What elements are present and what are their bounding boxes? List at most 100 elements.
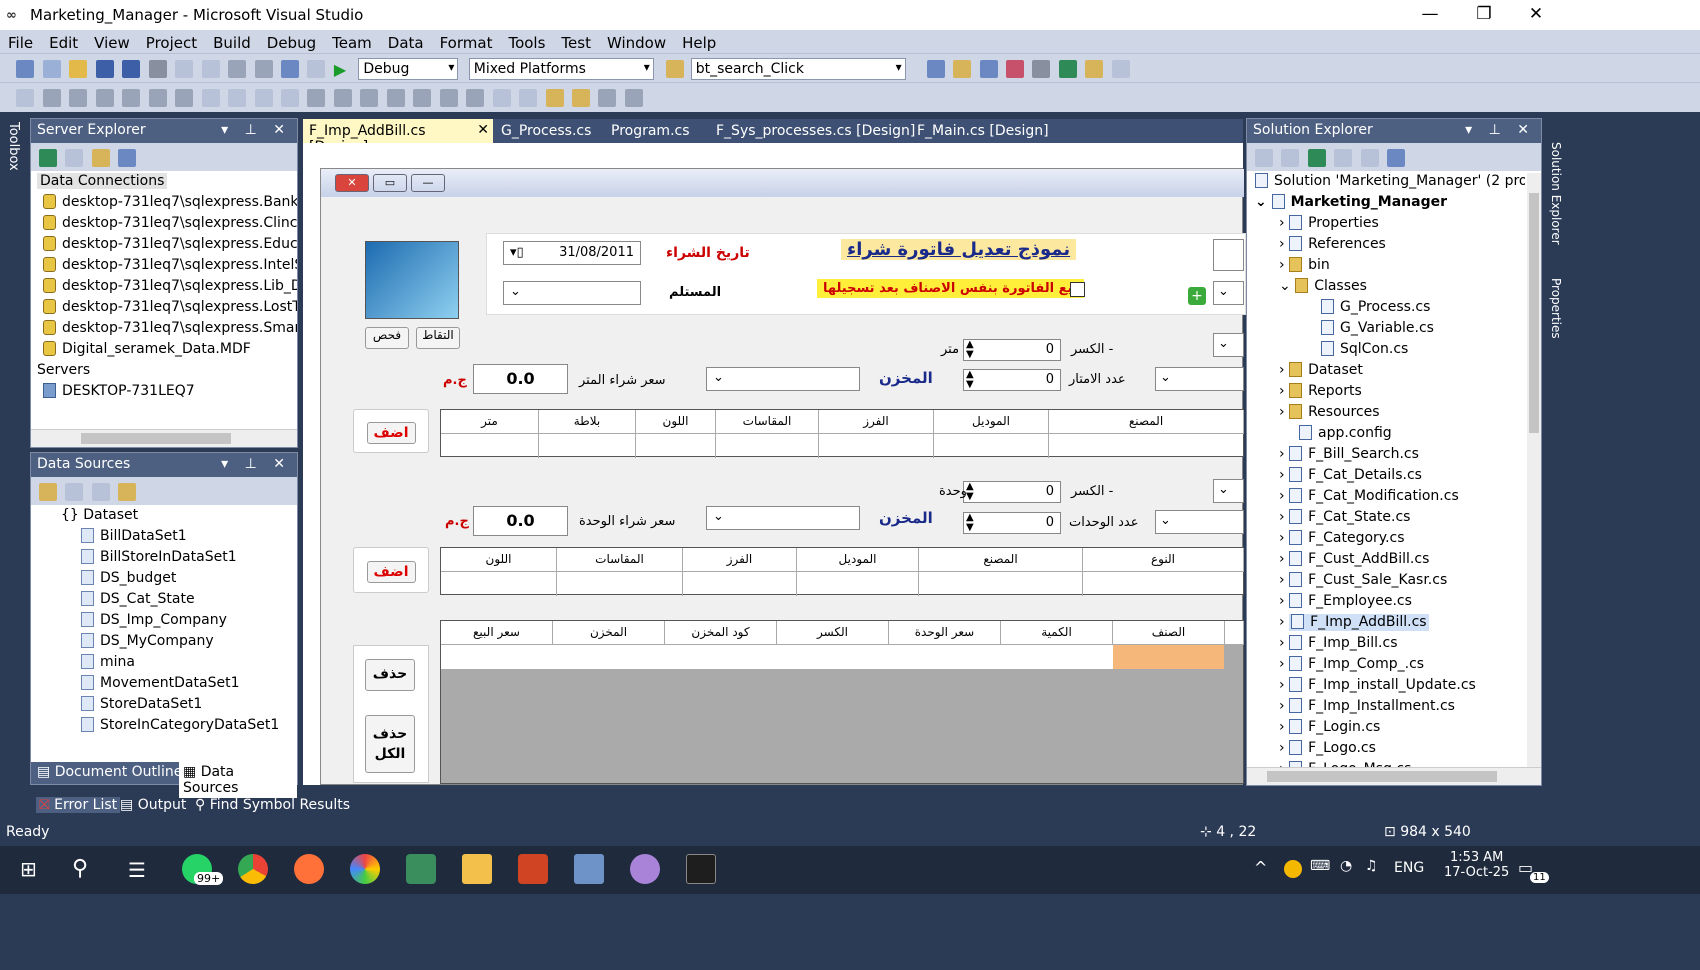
find-in-files-icon[interactable] — [666, 60, 685, 78]
v-spacing-inc-icon[interactable] — [439, 89, 458, 107]
fraction-unit-stepper[interactable]: ▲ ▼ 0 — [963, 481, 1061, 503]
firefox-icon[interactable] — [294, 854, 324, 884]
menu-team[interactable]: Team — [324, 30, 380, 52]
tree-item[interactable]: desktop-731leq7\sqlexpress.Smart_Pha — [37, 320, 297, 341]
tree-item[interactable]: › F_Cat_State.cs — [1255, 509, 1525, 530]
tray-input-icon[interactable]: ⌨ — [1310, 858, 1330, 874]
tree-item[interactable]: › Properties — [1255, 215, 1525, 236]
tab-document-outline[interactable]: ▤ Document Outline — [37, 764, 182, 780]
form-close-icon[interactable]: ✕ — [335, 174, 369, 192]
tree-item[interactable]: BillDataSet1 — [61, 528, 297, 549]
navigate-icon[interactable] — [280, 60, 299, 78]
tree-item[interactable]: desktop-731leq7\sqlexpress.IntelSoft_M — [37, 257, 297, 278]
add-meter-btn[interactable]: اضف — [366, 422, 416, 444]
extensions-icon[interactable] — [1085, 60, 1104, 78]
output-tab[interactable]: ▤ Output — [120, 797, 186, 813]
search-icon[interactable]: ⚲ — [72, 856, 88, 881]
tray-app-icon[interactable] — [1284, 860, 1302, 878]
tab-f-sys-processes[interactable]: F_Sys_processes.cs [Design] — [710, 119, 921, 143]
center-v-icon[interactable] — [519, 89, 538, 107]
tree-item[interactable]: desktop-731leq7\sqlexpress.Lib_DB.db — [37, 278, 297, 299]
tree-item[interactable]: Solution 'Marketing_Manager' (2 projec — [1255, 173, 1525, 194]
tree-item[interactable]: › Resources — [1255, 404, 1525, 425]
tree-item[interactable]: app.config — [1255, 425, 1525, 446]
nav-forward-icon[interactable] — [307, 60, 326, 78]
align-left-icon[interactable] — [42, 89, 61, 107]
toolbox-icon[interactable] — [1005, 60, 1024, 78]
v-scrollbar[interactable] — [1527, 173, 1541, 767]
add-unit-btn[interactable]: اضف — [366, 561, 416, 583]
same-width-icon[interactable] — [201, 89, 220, 107]
refresh-icon[interactable] — [39, 149, 57, 167]
visual-studio-icon[interactable] — [686, 854, 716, 884]
find-symbol-tab[interactable]: ⚲ Find Symbol Results — [195, 797, 350, 813]
menu-build[interactable]: Build — [205, 30, 259, 52]
tools-icon[interactable] — [1032, 60, 1051, 78]
receiver-combo[interactable]: ⌄ — [503, 281, 641, 305]
start-page-icon[interactable] — [1058, 60, 1077, 78]
align-grid-icon[interactable] — [16, 89, 35, 107]
save-icon[interactable] — [95, 60, 114, 78]
bring-front-icon[interactable] — [545, 89, 564, 107]
tree-item[interactable]: desktop-731leq7\sqlexpress.LostThing: — [37, 299, 297, 320]
tree-item[interactable]: › F_Imp_Bill.cs — [1255, 635, 1525, 656]
configure-icon[interactable] — [91, 483, 110, 501]
tree-item[interactable]: G_Variable.cs — [1255, 320, 1525, 341]
open-folder-icon[interactable] — [69, 60, 88, 78]
tree-item[interactable]: ⌄ Marketing_Manager — [1255, 194, 1525, 215]
center-h-icon[interactable] — [492, 89, 511, 107]
paste-icon[interactable] — [201, 60, 220, 78]
view-code-icon[interactable] — [1334, 149, 1353, 167]
send-back-icon[interactable] — [571, 89, 590, 107]
connect-db-icon[interactable] — [91, 149, 110, 167]
delete-all-button[interactable]: حذف الكل — [365, 715, 415, 773]
meter-combo[interactable]: ⌄ — [1213, 333, 1244, 357]
tree-item[interactable]: DS_budget — [61, 570, 297, 591]
menu-file[interactable]: File — [0, 30, 41, 52]
form-designer[interactable]: ✕ ▭ — فحص التقاط ▾▯ 31/08/2011 تاريخ الشر… — [320, 168, 1246, 785]
tree-item[interactable]: › F_Imp_Comp_.cs — [1255, 656, 1525, 677]
tab-g-process[interactable]: G_Process.cs — [495, 119, 597, 143]
panel-controls[interactable]: ▾ ⊥ ✕ — [1465, 122, 1535, 138]
tree-item[interactable]: desktop-731leq7\sqlexpress.Bank.dbo — [37, 194, 297, 215]
h-spacing-equal-icon[interactable] — [307, 89, 326, 107]
h-scrollbar[interactable] — [1247, 767, 1541, 785]
meters-combo[interactable]: ⌄ — [1155, 367, 1244, 391]
menu-window[interactable]: Window — [599, 30, 674, 52]
properties-side-tab[interactable]: Properties — [1549, 278, 1563, 339]
tab-order-icon[interactable] — [598, 89, 617, 107]
meter-items-grid[interactable]: المصنع الموديل الفرز المقاسات اللون بلاط… — [440, 409, 1244, 458]
menu-format[interactable]: Format — [432, 30, 501, 52]
tree-item-selected[interactable]: › F_Imp_AddBill.cs — [1255, 614, 1525, 635]
tree-item[interactable]: › Dataset — [1255, 362, 1525, 383]
align-middle-icon[interactable] — [148, 89, 167, 107]
align-center-icon[interactable] — [69, 89, 88, 107]
check-button[interactable]: فحص — [365, 327, 409, 349]
add-item-icon[interactable] — [42, 60, 61, 78]
tree-item[interactable]: › F_Imp_Installment.cs — [1255, 698, 1525, 719]
connect-server-icon[interactable] — [118, 149, 137, 167]
form-maximize-icon[interactable]: ▭ — [373, 174, 407, 192]
close-button[interactable]: ✕ — [1516, 4, 1556, 24]
tree-item[interactable]: Digital_seramek_Data.MDF — [37, 341, 297, 362]
object-browser-icon[interactable] — [979, 60, 998, 78]
menu-project[interactable]: Project — [138, 30, 205, 52]
capture-button[interactable]: التقاط — [416, 327, 460, 349]
h-spacing-remove-icon[interactable] — [386, 89, 405, 107]
language-indicator[interactable]: ENG — [1394, 860, 1424, 876]
size-to-grid-icon[interactable] — [280, 89, 299, 107]
menu-test[interactable]: Test — [553, 30, 599, 52]
lock-controls-icon[interactable] — [624, 89, 643, 107]
tree-item[interactable]: DS_Imp_Company — [61, 612, 297, 633]
chrome-icon[interactable] — [238, 854, 268, 884]
maximize-button[interactable]: ❐ — [1464, 4, 1504, 24]
properties-icon[interactable] — [953, 60, 972, 78]
align-bottom-icon[interactable] — [175, 89, 194, 107]
menu-edit[interactable]: Edit — [41, 30, 86, 52]
v-spacing-equal-icon[interactable] — [413, 89, 432, 107]
class-diagram-icon[interactable] — [1387, 149, 1406, 167]
same-height-icon[interactable] — [228, 89, 247, 107]
solution-explorer-icon[interactable] — [926, 60, 945, 78]
find-combo[interactable]: bt_search_Click — [690, 58, 906, 80]
error-list-tab[interactable]: ⛝ Error List — [36, 797, 121, 813]
